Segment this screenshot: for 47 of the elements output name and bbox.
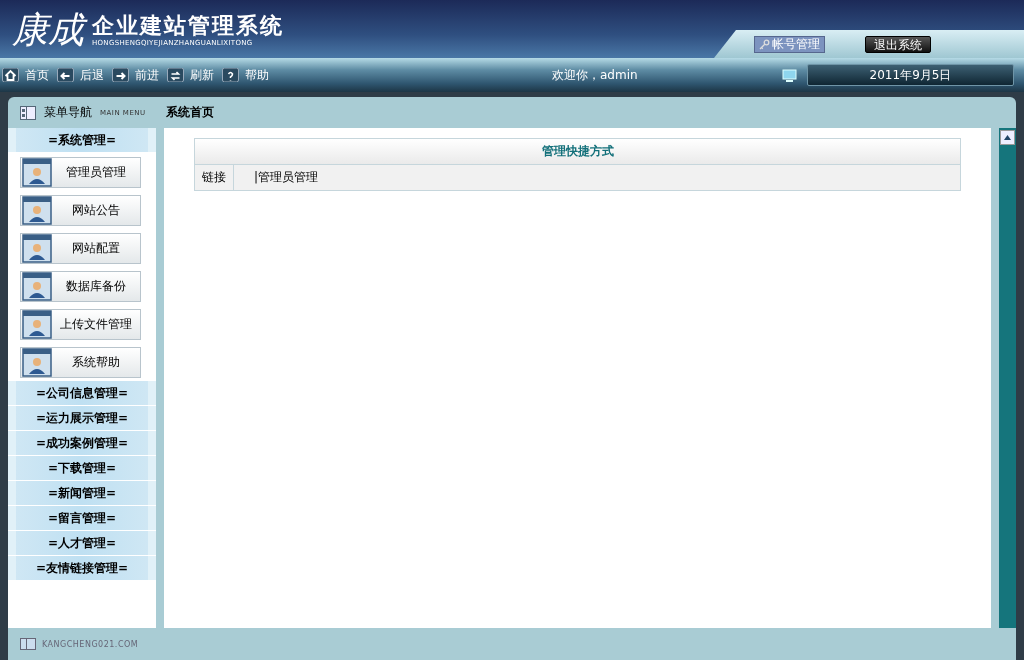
user-window-icon xyxy=(22,347,52,377)
toolbar-button[interactable]: 刷新 xyxy=(167,66,214,84)
key-icon xyxy=(759,38,770,50)
date-display: 2011年9月5日 xyxy=(807,64,1014,86)
back-icon xyxy=(57,68,74,82)
menu-group[interactable]: =公司信息管理= xyxy=(8,381,156,406)
menu-group[interactable]: =新闻管理= xyxy=(8,481,156,506)
toolbar-button[interactable]: 首页 xyxy=(2,66,49,84)
menu-item[interactable]: 网站配置 xyxy=(20,232,141,264)
menu-item[interactable]: 系统帮助 xyxy=(20,346,141,378)
footer-site: KANGCHENG021.COM xyxy=(42,639,139,649)
forward-icon xyxy=(112,68,129,82)
toolbar-button[interactable]: 后退 xyxy=(57,66,104,84)
home-icon xyxy=(2,68,19,82)
user-window-icon xyxy=(22,271,52,301)
help-icon xyxy=(222,68,239,82)
up-arrow-icon xyxy=(1004,135,1011,140)
user-window-icon xyxy=(22,309,52,339)
toolbar-button[interactable]: 前进 xyxy=(112,66,159,84)
toolbar-button[interactable]: 帮助 xyxy=(222,66,269,84)
user-window-icon xyxy=(22,157,52,187)
welcome-text: 欢迎你，admin xyxy=(552,66,638,84)
user-window-icon xyxy=(22,195,52,225)
menu-item[interactable]: 管理员管理 xyxy=(20,156,141,188)
site-logo-icon xyxy=(20,638,36,650)
scroll-up-button[interactable] xyxy=(1000,130,1015,145)
system-title: 企业建站管理系统 xyxy=(92,13,284,39)
logout-button[interactable]: 退出系统 xyxy=(865,35,931,53)
menu-group[interactable]: =友情链接管理= xyxy=(8,556,156,581)
menu-item[interactable]: 数据库备份 xyxy=(20,270,141,302)
scrollbar[interactable] xyxy=(999,128,1016,628)
monitor-icon xyxy=(782,68,797,82)
menu-group[interactable]: =运力展示管理= xyxy=(8,406,156,431)
menu-item[interactable]: 上传文件管理 xyxy=(20,308,141,340)
menu-icon xyxy=(20,105,36,120)
menu-title: 菜单导航 xyxy=(44,104,92,121)
page-title: 系统首页 xyxy=(166,104,214,121)
menu-group[interactable]: =下载管理= xyxy=(8,456,156,481)
user-window-icon xyxy=(22,233,52,263)
menu-group[interactable]: =成功案例管理= xyxy=(8,431,156,456)
menu-group[interactable]: =留言管理= xyxy=(8,506,156,531)
refresh-icon xyxy=(167,68,184,82)
menu-item[interactable]: 网站公告 xyxy=(20,194,141,226)
menu-group[interactable]: =人才管理= xyxy=(8,531,156,556)
shortcut-link[interactable]: |管理员管理 xyxy=(254,169,319,186)
row-label: 链接 xyxy=(195,165,234,190)
menu-group[interactable]: =系统管理= xyxy=(8,128,156,153)
